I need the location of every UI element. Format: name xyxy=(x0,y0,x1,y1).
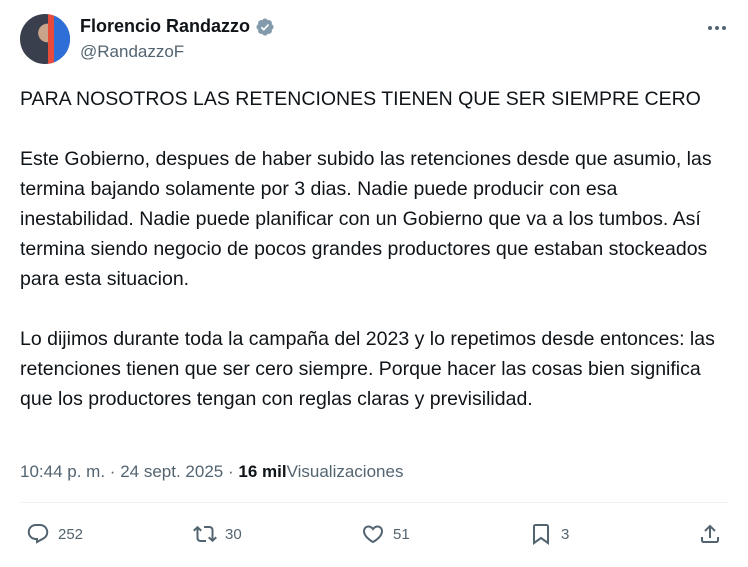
more-icon[interactable] xyxy=(706,18,728,38)
tweet-date[interactable]: 24 sept. 2025 xyxy=(120,462,223,481)
reply-icon xyxy=(27,524,49,544)
like-button[interactable]: 51 xyxy=(361,522,410,546)
repost-button[interactable]: 30 xyxy=(193,522,242,546)
divider xyxy=(20,502,728,503)
like-icon xyxy=(362,525,384,544)
bookmark-button[interactable]: 3 xyxy=(529,522,569,546)
meta-separator: · xyxy=(227,462,234,481)
share-button[interactable] xyxy=(698,522,722,546)
bookmark-icon xyxy=(533,524,549,545)
bookmark-count: 3 xyxy=(561,525,570,543)
verified-badge-icon xyxy=(256,17,274,36)
meta-separator: · xyxy=(109,462,116,481)
reply-button[interactable]: 252 xyxy=(26,522,83,546)
share-icon xyxy=(701,524,719,543)
views-count: 16 mil xyxy=(238,462,287,481)
reply-count: 252 xyxy=(58,525,84,543)
tweet-time[interactable]: 10:44 p. m. xyxy=(20,462,105,481)
like-count: 51 xyxy=(393,525,410,543)
tweet-paragraph-1: PARA NOSOTROS LAS RETENCIONES TIENEN QUE… xyxy=(20,88,701,110)
repost-count: 30 xyxy=(225,525,242,543)
tweet-paragraph-3: Lo dijimos durante toda la campaña del 2… xyxy=(20,328,715,410)
avatar[interactable] xyxy=(20,14,70,64)
author-row: Florencio Randazzo xyxy=(80,16,275,37)
tweet-paragraph-2: Este Gobierno, despues de haber subido l… xyxy=(20,148,712,290)
views-label: Visualizaciones xyxy=(286,462,404,481)
author-handle[interactable]: @RandazzoF xyxy=(80,42,184,62)
tweet: Florencio Randazzo @RandazzoF PARA NOSOT… xyxy=(0,0,748,567)
repost-icon xyxy=(193,525,217,543)
author-name[interactable]: Florencio Randazzo xyxy=(80,16,250,37)
tweet-meta: 10:44 p. m. · 24 sept. 2025 · 16 milVisu… xyxy=(20,462,403,482)
